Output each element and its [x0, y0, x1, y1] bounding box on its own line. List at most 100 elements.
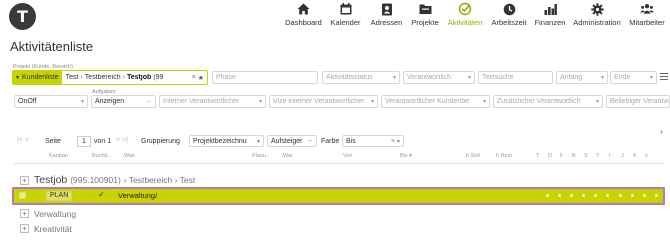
farbe-select[interactable]: Bis × ▾ [342, 135, 404, 147]
zusaetzlicher-select[interactable]: Zusätzlicher Verantwortlich ▾ [493, 95, 603, 108]
anfang-placeholder: Anfang [560, 74, 583, 81]
nav-mitarbeiter[interactable]: Mitarbeiter [624, 2, 670, 32]
col-header-was[interactable]: Was [124, 153, 135, 163]
col-header-h-rest[interactable]: h Rest [496, 153, 512, 163]
expand-subgroup-button[interactable]: + [20, 224, 29, 233]
nav-arbeitszeit[interactable]: Arbeitszeit [488, 2, 530, 32]
nav-dashboard[interactable]: Dashboard [281, 2, 326, 32]
interner-verantwortlicher-select[interactable]: Interner Verantwortlicher ▾ [159, 95, 266, 108]
verantwortlicher-kunde-select[interactable]: Verantwortlicher Kundenbe ▾ [381, 95, 490, 108]
nav-kalender[interactable]: Kalender [326, 2, 365, 32]
beliebiger-select[interactable]: Beliebiger Verantw [606, 95, 670, 108]
project-breadcrumb: Test › Testbereich › Testjob (99 [62, 74, 190, 81]
verantwortlicher-kunde-placeholder: Verantwortlicher Kundenbe [385, 98, 470, 105]
onoff-value: OnOff [18, 98, 37, 105]
nav-administration[interactable]: Administration [570, 2, 624, 32]
col-header-kanban[interactable]: Kanban [49, 153, 68, 163]
nav-label: Adressen [370, 18, 403, 27]
row-drag-handle[interactable] [19, 192, 26, 199]
subgroup-title[interactable]: Kreativität [34, 224, 72, 234]
expand-group-button[interactable]: + [20, 176, 29, 185]
status-badge[interactable]: PLAN [46, 191, 73, 201]
col-header-day-i[interactable]: I [609, 153, 611, 163]
vize-interner-select[interactable]: Vize interner Verantwortlicher ▾ [269, 95, 378, 108]
nav-label: Kalender [330, 18, 361, 27]
phase-placeholder: Phase [216, 74, 236, 81]
sort-order-select[interactable]: Aufsteiger ⇔ [267, 135, 317, 147]
row-activity-text[interactable]: Verwaltung/ [118, 191, 157, 200]
phase-select[interactable]: Phase [212, 71, 318, 84]
col-header-day-b[interactable]: B [572, 153, 576, 163]
day-indicator [631, 194, 634, 197]
day-indicator [570, 194, 573, 197]
folder-icon [418, 2, 432, 16]
page-total: von 1 [94, 138, 112, 145]
col-header-wer[interactable]: Wer [283, 153, 293, 163]
col-header-h-soll[interactable]: h Soll [466, 153, 480, 163]
nav-aktivitaeten[interactable]: Aktivitäten [442, 2, 488, 32]
star-icon[interactable]: ★ [198, 74, 204, 82]
kundenliste-dropdown[interactable]: ▾ Kundenliste [13, 71, 62, 84]
gruppierung-label: Gruppierung [141, 138, 180, 145]
interner-verantwortlicher-placeholder: Interner Verantwortlicher [163, 98, 240, 105]
pager-next-last[interactable]: > >| [116, 137, 128, 144]
chevron-down-icon: ▾ [396, 138, 400, 145]
clear-icon[interactable]: × [388, 138, 395, 145]
col-header-buchbar[interactable]: Buchb.. [92, 153, 111, 163]
aufgaben-select[interactable]: Anzeigen ⇔ [91, 95, 156, 108]
nav-label: Dashboard [285, 18, 322, 27]
pager-first-prev[interactable]: |< < [17, 137, 29, 144]
page-title: Aktivitätenliste [10, 39, 94, 54]
col-header-day-j[interactable]: J [621, 153, 624, 163]
sort-desc-icon: ▾ [409, 153, 412, 159]
textsuche-input[interactable]: Textsuche [478, 71, 553, 84]
aktivitaetsstatus-select[interactable]: Aktivitätsstatus ▾ [322, 71, 400, 84]
nav-projekte[interactable]: Projekte [408, 2, 442, 32]
col-header-planung[interactable]: Planu.. [252, 153, 269, 163]
nav-finanzen[interactable]: Finanzen [530, 2, 570, 32]
table-row[interactable]: PLAN ✓ Verwaltung/ [14, 189, 663, 203]
col-header-day-d[interactable]: D [548, 153, 552, 163]
col-header-von[interactable]: Von [343, 153, 352, 163]
crumb-project: Testjob [126, 74, 152, 81]
group-number: (995.100901) [70, 175, 121, 185]
chevron-down-icon: ▾ [80, 99, 84, 105]
col-header-day-k[interactable]: K [633, 153, 637, 163]
onoff-select[interactable]: OnOff ▾ [14, 95, 88, 108]
menu-icon[interactable] [660, 73, 668, 81]
app-logo[interactable]: T [9, 3, 36, 30]
ende-date[interactable]: Ende ▾ [610, 71, 657, 84]
anfang-date[interactable]: Anfang ▾ [556, 71, 608, 84]
day-indicator [606, 194, 609, 197]
nav-adressen[interactable]: Adressen [365, 2, 408, 32]
expand-subgroup-button[interactable]: + [20, 209, 29, 218]
col-header-day-s[interactable]: S [584, 153, 588, 163]
col-header-day-x[interactable]: x [645, 153, 648, 163]
ende-placeholder: Ende [614, 74, 631, 81]
day-indicator [655, 194, 658, 197]
verantwortlich-select[interactable]: Verantwortlich ▾ [403, 71, 475, 84]
textsuche-placeholder: Textsuche [482, 74, 514, 81]
chevron-down-icon: ▾ [600, 75, 604, 81]
subgroup-title[interactable]: Verwaltung [34, 209, 76, 219]
farbe-label: Farbe [321, 138, 340, 145]
col-header-day-t1[interactable]: T [536, 153, 539, 163]
clear-icon[interactable]: × [192, 74, 196, 81]
home-icon [297, 2, 311, 16]
clock-icon [502, 2, 516, 16]
day-indicator [546, 194, 549, 197]
col-header-bis[interactable]: Bis ▾ [400, 153, 412, 163]
logo-letter: T [17, 7, 28, 26]
project-filter[interactable]: ▾ Kundenliste Test › Testbereich › Testj… [12, 70, 208, 85]
gruppierung-select[interactable]: Projektbezeichnu ▾ [189, 135, 264, 147]
day-indicator [643, 194, 646, 197]
col-header-day-f[interactable]: F [560, 153, 563, 163]
finance-chart-icon [543, 2, 557, 16]
group-title[interactable]: Testjob (995.100901) › Testbereich › Tes… [34, 174, 195, 186]
group-name: Testjob [34, 174, 68, 186]
chevron-right-icon[interactable]: › [660, 127, 663, 136]
vize-interner-placeholder: Vize interner Verantwortlicher [273, 98, 365, 105]
farbe-value: Bis [346, 137, 356, 145]
page-number-input[interactable]: 1 [77, 136, 91, 147]
col-header-day-t2[interactable]: T [596, 153, 599, 163]
